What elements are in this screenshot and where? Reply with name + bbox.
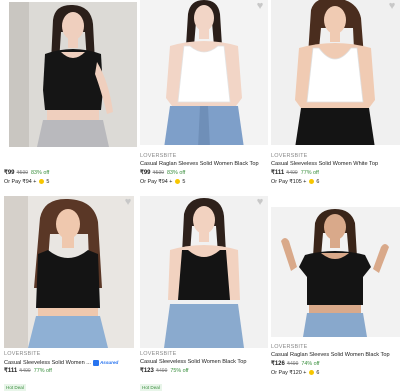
product-title[interactable]: Casual Raglan Sleeves Solid Women Black … [271,351,400,360]
product-mrp: ₹599 [152,170,165,176]
product-brand: LOVERSBITE [140,153,177,159]
product-price: ₹126 [271,361,285,367]
product-brand [4,152,134,160]
supercoin-icon [308,370,314,376]
supercoin-offer: Or Pay ₹94 + 5 [140,179,186,185]
supercoin-offer: Or Pay ₹120 + 6 [271,370,320,376]
product-brand: LOVERSBITE [140,351,177,357]
supercoin-offer: Or Pay ₹105 + 6 [271,179,320,185]
assured-badge: Assured [92,359,118,366]
supercoin-icon [38,179,44,185]
product-discount: 74% off [301,361,320,367]
assured-badge-icon [92,359,99,366]
hot-deal-badge: Hot Deal [140,384,162,391]
product-mrp: ₹499 [155,368,168,374]
product-mrp: ₹499 [286,170,298,176]
product-title[interactable]: Casual Sleeveless Solid Women ... Assured [4,358,134,367]
product-price: ₹99 [140,170,151,176]
product-title[interactable] [4,160,134,169]
product-brand: LOVERSBITE [271,153,308,159]
product-image[interactable] [4,196,134,348]
product-mrp: ₹499 [19,368,31,374]
product-discount: 77% off [300,170,319,176]
product-mrp: ₹599 [16,170,29,176]
product-brand: LOVERSBITE [271,344,308,350]
supercoin-icon [174,179,180,185]
supercoin-offer: Or Pay ₹94 + 5 [4,179,50,185]
product-price: ₹123 [140,368,154,374]
product-image[interactable] [140,0,268,145]
heart-icon[interactable]: ♥ [386,0,398,12]
product-title[interactable]: Casual Raglan Sleeves Solid Women Black … [140,160,270,169]
product-image[interactable] [271,0,400,145]
product-grid: ♥ LOVERSBITE Casual Raglan Sleeves Solid… [0,0,400,391]
product-image[interactable] [271,207,400,337]
heart-icon[interactable]: ♥ [122,196,134,208]
product-price: ₹99 [4,170,15,176]
product-price: ₹111 [271,170,285,176]
product-mrp: ₹499 [286,361,299,367]
product-title[interactable]: Casual Sleeveless Solid Women White Top [271,160,400,169]
product-title[interactable]: Casual Sleeveless Solid Women Black Top [140,358,270,367]
product-discount: 83% off [167,170,186,176]
product-image[interactable] [140,196,268,348]
product-image[interactable] [9,2,137,147]
heart-icon[interactable]: ♥ [254,196,266,208]
product-discount: 77% off [33,368,52,374]
hot-deal-badge: Hot Deal [4,384,26,391]
heart-icon[interactable]: ♥ [254,0,266,12]
product-price: ₹111 [4,368,18,374]
product-discount: 75% off [170,368,189,374]
product-discount: 83% off [31,170,50,176]
product-brand: LOVERSBITE [4,351,41,357]
supercoin-icon [308,179,314,185]
